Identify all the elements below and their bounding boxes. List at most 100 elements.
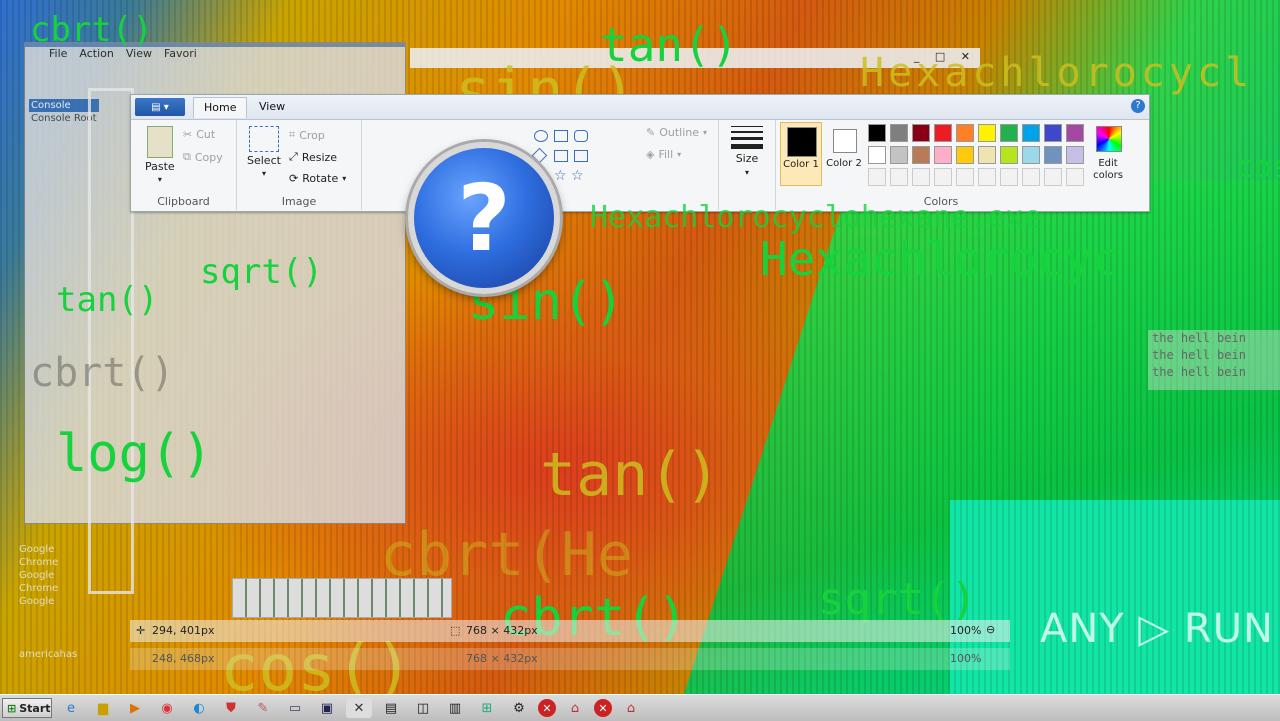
fill-button[interactable]: ◈ Fill ▾: [646, 148, 681, 161]
start-button[interactable]: ⊞ Start: [2, 698, 52, 718]
mmc-menu-file[interactable]: File: [49, 47, 67, 65]
color-swatch[interactable]: [1000, 124, 1018, 142]
desktop-label[interactable]: Chrome: [19, 582, 77, 595]
color-swatch[interactable]: [978, 146, 996, 164]
color-swatch[interactable]: [934, 146, 952, 164]
desktop-label[interactable]: americahas: [19, 648, 77, 661]
crop-button[interactable]: ⌗ Crop: [289, 128, 325, 142]
color-swatch[interactable]: [912, 168, 930, 186]
color-swatch[interactable]: [956, 124, 974, 142]
color-swatch[interactable]: [978, 168, 996, 186]
color-swatch[interactable]: [1044, 168, 1062, 186]
error-icon[interactable]: ✕: [538, 699, 556, 717]
group-size: Size ▾: [719, 120, 776, 210]
chrome-icon[interactable]: ◉: [154, 698, 180, 718]
folder-icon[interactable]: ▆: [90, 698, 116, 718]
shape-rounded-rectangle-icon[interactable]: [574, 130, 588, 142]
color-swatch[interactable]: [868, 146, 886, 164]
app-icon[interactable]: ◫: [410, 698, 436, 718]
color-swatch[interactable]: [1022, 146, 1040, 164]
x-app-icon[interactable]: ✕: [346, 698, 372, 718]
outline-button[interactable]: ✎ Outline ▾: [646, 126, 707, 139]
color-swatch[interactable]: [1066, 124, 1084, 142]
color2-button[interactable]: Color 2: [824, 122, 864, 184]
mmc-menu-favorites[interactable]: Favori: [164, 47, 197, 65]
toolbox-icon[interactable]: ⌂: [562, 698, 588, 718]
paint-icon[interactable]: ✎: [250, 698, 276, 718]
windows-icon[interactable]: ⊞: [474, 698, 500, 718]
file-menu-button[interactable]: ▤ ▾: [135, 98, 185, 116]
color-swatch[interactable]: [1044, 124, 1062, 142]
help-icon[interactable]: ?: [1131, 99, 1145, 113]
shape-pentagon-icon[interactable]: [554, 150, 568, 162]
color-swatch[interactable]: [1066, 146, 1084, 164]
console-line: the hell bein: [1152, 365, 1246, 379]
zoom-out-icon[interactable]: ⊖: [986, 623, 995, 636]
start-label: Start: [19, 701, 51, 715]
shape-rectangle-icon[interactable]: [554, 130, 568, 142]
shape-hexagon-icon[interactable]: [574, 150, 588, 162]
monitor-icon[interactable]: ▥: [442, 698, 468, 718]
gear-icon[interactable]: ⚙: [506, 698, 532, 718]
edit-colors-button[interactable]: Edit colors: [1088, 122, 1128, 184]
color-swatch[interactable]: [890, 146, 908, 164]
color1-button[interactable]: Color 1: [780, 122, 822, 186]
color-swatch[interactable]: [868, 168, 886, 186]
color-swatch[interactable]: [1066, 168, 1084, 186]
window-controls-icon[interactable]: _ □ ✕: [914, 50, 976, 63]
copy-button[interactable]: ⧉ Copy: [183, 150, 223, 164]
canvas-size: 768 × 432px: [466, 624, 538, 637]
color-swatch[interactable]: [934, 124, 952, 142]
color-swatch[interactable]: [1044, 146, 1062, 164]
shield-icon[interactable]: ⛊: [218, 698, 244, 718]
mmc-menu-action[interactable]: Action: [79, 47, 113, 65]
color-swatch[interactable]: [956, 146, 974, 164]
thumbnail-strip: [232, 578, 452, 618]
media-player-icon[interactable]: ▶: [122, 698, 148, 718]
window-icon[interactable]: ▭: [282, 698, 308, 718]
resize-button[interactable]: ⤢ Resize: [289, 150, 337, 164]
desktop-label[interactable]: Chrome: [19, 556, 77, 569]
ie-icon[interactable]: e: [58, 698, 84, 718]
color-swatch[interactable]: [868, 124, 886, 142]
color-swatch[interactable]: [912, 146, 930, 164]
scissors-icon: ✂: [183, 128, 193, 141]
disk-icon[interactable]: ▣: [314, 698, 340, 718]
shape-oval-icon[interactable]: [534, 130, 548, 142]
rotate-label: Rotate: [302, 172, 339, 185]
mmc-menu-view[interactable]: View: [126, 47, 152, 65]
desktop-label[interactable]: Google: [19, 595, 77, 608]
desktop-label[interactable]: Google: [19, 543, 77, 556]
notepad-icon[interactable]: ▤: [378, 698, 404, 718]
error-icon[interactable]: ✕: [594, 699, 612, 717]
tab-home[interactable]: Home: [193, 97, 248, 118]
desktop-label[interactable]: Google: [19, 569, 77, 582]
edit-colors-label: Edit colors: [1093, 158, 1123, 181]
color-swatch[interactable]: [934, 168, 952, 186]
color-swatch[interactable]: [1022, 124, 1040, 142]
color-swatch[interactable]: [1000, 146, 1018, 164]
window-frame-ghost: [88, 88, 134, 594]
tab-view[interactable]: View: [249, 97, 295, 117]
toolbox-icon[interactable]: ⌂: [618, 698, 644, 718]
size-label: Size: [735, 152, 759, 165]
color-swatch[interactable]: [978, 124, 996, 142]
shape-star-icon[interactable]: ☆ ☆: [554, 168, 584, 184]
zoom-level-ghost: 100%: [950, 652, 982, 665]
colors-group-label: Colors: [923, 195, 959, 208]
select-button[interactable]: Select ▾: [247, 126, 281, 178]
rotate-button[interactable]: ⟳ Rotate ▾: [289, 172, 346, 185]
color-swatch[interactable]: [890, 168, 908, 186]
color-swatch[interactable]: [912, 124, 930, 142]
edge-icon[interactable]: ◐: [186, 698, 212, 718]
fill-icon: ◈: [646, 148, 655, 161]
select-icon: [248, 126, 279, 152]
size-button[interactable]: Size ▾: [731, 126, 763, 177]
color-swatch[interactable]: [1022, 168, 1040, 186]
color-swatch[interactable]: [890, 124, 908, 142]
color-swatch[interactable]: [956, 168, 974, 186]
paste-button[interactable]: Paste ▾: [145, 126, 175, 184]
color-swatch[interactable]: [1000, 168, 1018, 186]
console-line: the hell bein: [1152, 348, 1246, 362]
cut-button[interactable]: ✂ Cut: [183, 128, 215, 141]
